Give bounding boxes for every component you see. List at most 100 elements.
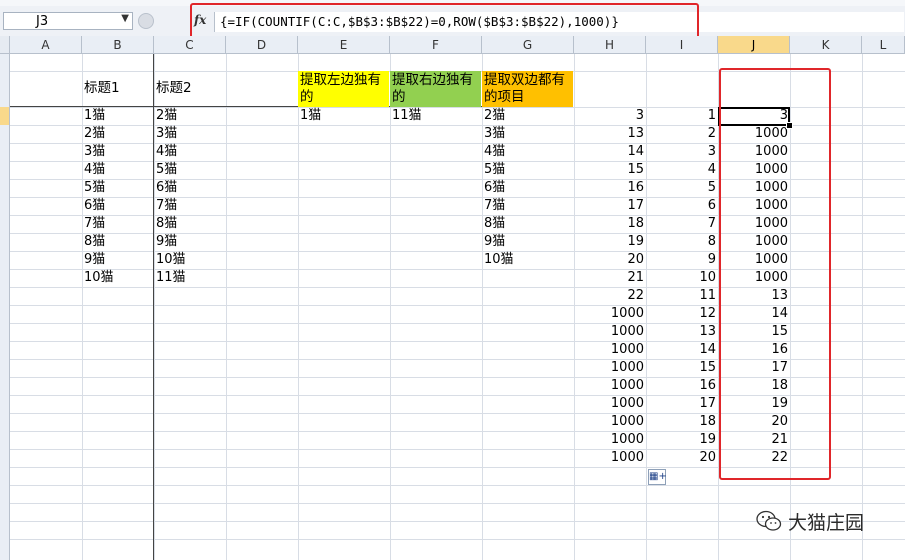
- paste-options-icon[interactable]: ▦+: [648, 469, 667, 485]
- column-header-d[interactable]: D: [226, 36, 298, 54]
- cell-i16[interactable]: 14: [646, 341, 718, 359]
- cell-g4[interactable]: 3猫: [482, 125, 574, 143]
- cell-i6[interactable]: 4: [646, 161, 718, 179]
- cell-j8[interactable]: 1000: [718, 197, 790, 215]
- cell-g5[interactable]: 4猫: [482, 143, 574, 161]
- cell-h22[interactable]: 1000: [574, 449, 646, 467]
- column-header-c[interactable]: C: [154, 36, 226, 54]
- cell-g9[interactable]: 8猫: [482, 215, 574, 233]
- cell-c5[interactable]: 4猫: [154, 143, 226, 161]
- cell-c4[interactable]: 3猫: [154, 125, 226, 143]
- formula-bar-splitter[interactable]: [138, 13, 184, 29]
- cell-j5[interactable]: 1000: [718, 143, 790, 161]
- row-header-3-selected[interactable]: [0, 107, 10, 125]
- cell-i5[interactable]: 3: [646, 143, 718, 161]
- cell-g8[interactable]: 7猫: [482, 197, 574, 215]
- column-header-f[interactable]: F: [390, 36, 482, 54]
- cell-h7[interactable]: 16: [574, 179, 646, 197]
- cell-j12[interactable]: 1000: [718, 269, 790, 287]
- cell-j17[interactable]: 17: [718, 359, 790, 377]
- column-header-l[interactable]: L: [862, 36, 905, 54]
- cell-h6[interactable]: 15: [574, 161, 646, 179]
- cell-i14[interactable]: 12: [646, 305, 718, 323]
- cell-b5[interactable]: 3猫: [82, 143, 154, 161]
- cell-i10[interactable]: 8: [646, 233, 718, 251]
- cell-g3[interactable]: 2猫: [482, 107, 574, 125]
- cell-h18[interactable]: 1000: [574, 377, 646, 395]
- cell-c10[interactable]: 9猫: [154, 233, 226, 251]
- cell-c6[interactable]: 5猫: [154, 161, 226, 179]
- cell-b7[interactable]: 5猫: [82, 179, 154, 197]
- cell-g7[interactable]: 6猫: [482, 179, 574, 197]
- cell-j15[interactable]: 15: [718, 323, 790, 341]
- cell-i3[interactable]: 1: [646, 107, 718, 125]
- cell-h19[interactable]: 1000: [574, 395, 646, 413]
- cell-c12[interactable]: 11猫: [154, 269, 226, 287]
- cell-c9[interactable]: 8猫: [154, 215, 226, 233]
- column-header-a[interactable]: A: [10, 36, 82, 54]
- cell-j4[interactable]: 1000: [718, 125, 790, 143]
- cell-i7[interactable]: 5: [646, 179, 718, 197]
- cell-i15[interactable]: 13: [646, 323, 718, 341]
- cell-j20[interactable]: 20: [718, 413, 790, 431]
- cell-b3[interactable]: 1猫: [82, 107, 154, 125]
- cell-i4[interactable]: 2: [646, 125, 718, 143]
- cell-i11[interactable]: 9: [646, 251, 718, 269]
- cell-h13[interactable]: 22: [574, 287, 646, 305]
- cell-i18[interactable]: 16: [646, 377, 718, 395]
- column-header-b[interactable]: B: [82, 36, 154, 54]
- cell-b4[interactable]: 2猫: [82, 125, 154, 143]
- cell-j16[interactable]: 16: [718, 341, 790, 359]
- cell-g6[interactable]: 5猫: [482, 161, 574, 179]
- cell-h8[interactable]: 17: [574, 197, 646, 215]
- cell-e2[interactable]: 提取左边独有的: [298, 71, 389, 107]
- row-headers[interactable]: [0, 54, 10, 560]
- cell-g10[interactable]: 9猫: [482, 233, 574, 251]
- cell-c11[interactable]: 10猫: [154, 251, 226, 269]
- cell-j3[interactable]: 3: [718, 107, 790, 125]
- name-box[interactable]: J3 ▼: [3, 12, 133, 30]
- cell-j22[interactable]: 22: [718, 449, 790, 467]
- cell-i8[interactable]: 6: [646, 197, 718, 215]
- cell-g2[interactable]: 提取双边都有的项目: [482, 71, 573, 107]
- cell-i19[interactable]: 17: [646, 395, 718, 413]
- splitter-handle-icon[interactable]: [138, 13, 154, 29]
- cell-i22[interactable]: 20: [646, 449, 718, 467]
- cell-c8[interactable]: 7猫: [154, 197, 226, 215]
- cell-j14[interactable]: 14: [718, 305, 790, 323]
- cell-c7[interactable]: 6猫: [154, 179, 226, 197]
- select-all-corner[interactable]: [0, 36, 10, 54]
- cell-j11[interactable]: 1000: [718, 251, 790, 269]
- cell-i13[interactable]: 11: [646, 287, 718, 305]
- cell-i17[interactable]: 15: [646, 359, 718, 377]
- cell-h20[interactable]: 1000: [574, 413, 646, 431]
- cell-h9[interactable]: 18: [574, 215, 646, 233]
- fill-handle[interactable]: [786, 122, 793, 129]
- cell-h11[interactable]: 20: [574, 251, 646, 269]
- cell-j7[interactable]: 1000: [718, 179, 790, 197]
- column-header-e[interactable]: E: [298, 36, 390, 54]
- cell-b10[interactable]: 8猫: [82, 233, 154, 251]
- cell-j21[interactable]: 21: [718, 431, 790, 449]
- cell-j13[interactable]: 13: [718, 287, 790, 305]
- cell-h4[interactable]: 13: [574, 125, 646, 143]
- cell-i21[interactable]: 19: [646, 431, 718, 449]
- cell-h12[interactable]: 21: [574, 269, 646, 287]
- cell-b8[interactable]: 6猫: [82, 197, 154, 215]
- cell-i9[interactable]: 7: [646, 215, 718, 233]
- cell-f2[interactable]: 提取右边独有的: [390, 71, 481, 107]
- column-header-g[interactable]: G: [482, 36, 574, 54]
- cell-b12[interactable]: 10猫: [82, 269, 154, 287]
- cell-h10[interactable]: 19: [574, 233, 646, 251]
- cell-j9[interactable]: 1000: [718, 215, 790, 233]
- cell-b11[interactable]: 9猫: [82, 251, 154, 269]
- cell-i12[interactable]: 10: [646, 269, 718, 287]
- cell-e3[interactable]: 1猫: [298, 107, 390, 125]
- cell-j18[interactable]: 18: [718, 377, 790, 395]
- cell-h15[interactable]: 1000: [574, 323, 646, 341]
- cell-h14[interactable]: 1000: [574, 305, 646, 323]
- column-header-k[interactable]: K: [790, 36, 862, 54]
- column-header-j[interactable]: J: [718, 36, 790, 54]
- cell-b6[interactable]: 4猫: [82, 161, 154, 179]
- cell-j19[interactable]: 19: [718, 395, 790, 413]
